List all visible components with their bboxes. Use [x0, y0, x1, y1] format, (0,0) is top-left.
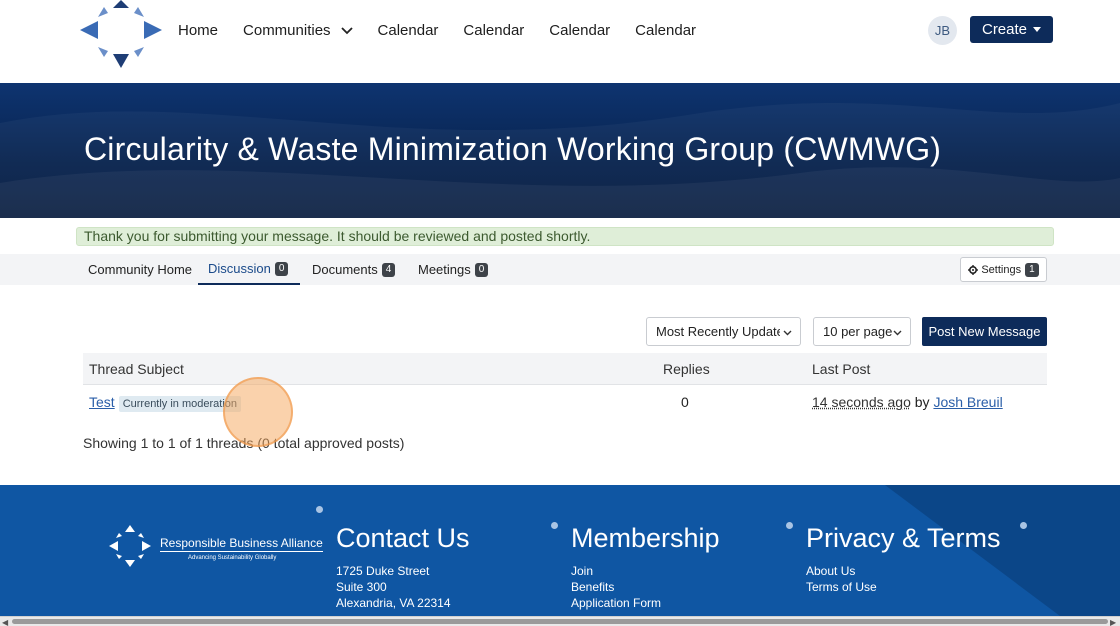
tab-label: Documents [312, 262, 378, 277]
nav-communities[interactable]: Communities [243, 22, 353, 39]
thread-subject-cell: Test Currently in moderation [89, 394, 242, 412]
create-button-label: Create [981, 21, 1028, 38]
nav-calendar-3[interactable]: Calendar [549, 22, 610, 39]
tab-label: Discussion [208, 261, 271, 276]
chevron-down-icon [893, 330, 902, 336]
footer-org-name: Responsible Business Alliance [160, 536, 323, 552]
chevron-down-icon [340, 27, 353, 35]
header-thread-subject: Thread Subject [89, 361, 184, 377]
footer-contact-line: 1725 Duke Street [336, 564, 430, 578]
decor-dot [316, 506, 323, 513]
footer-link-about-us[interactable]: About Us [806, 564, 855, 578]
decor-dot [551, 522, 558, 529]
nav-home[interactable]: Home [178, 22, 218, 39]
count-badge: 0 [474, 262, 489, 277]
footer-privacy-title: Privacy & Terms [806, 523, 1001, 553]
tab-community-home[interactable]: Community Home [88, 254, 192, 285]
replies-cell: 0 [681, 394, 689, 410]
post-new-message-button[interactable]: Post New Message [922, 317, 1047, 346]
scroll-left-icon[interactable]: ◀ [2, 618, 8, 626]
nav-communities-label: Communities [243, 21, 331, 39]
scroll-right-icon[interactable]: ▶ [1110, 618, 1116, 626]
user-avatar[interactable]: JB [928, 16, 957, 45]
scrollbar-thumb[interactable] [12, 619, 1108, 624]
header-last-post: Last Post [812, 361, 871, 377]
footer-link-benefits[interactable]: Benefits [571, 580, 614, 594]
count-badge: 0 [274, 261, 289, 276]
tab-label: Meetings [418, 262, 471, 277]
tab-discussion[interactable]: Discussion 0 [198, 254, 300, 285]
hero-banner: Circularity & Waste Minimization Working… [0, 83, 1120, 218]
decor-dot [1020, 522, 1027, 529]
count-badge: 1 [1025, 262, 1039, 277]
community-tabs: Community Home Discussion 0 Documents 4 … [0, 254, 1120, 285]
nav-calendar-2[interactable]: Calendar [463, 22, 524, 39]
author-link[interactable]: Josh Breuil [933, 394, 1002, 410]
success-alert: Thank you for submitting your message. I… [76, 227, 1054, 246]
sort-select[interactable]: Most Recently Updated [646, 317, 801, 346]
decor-dot [786, 522, 793, 529]
header-replies: Replies [663, 361, 710, 377]
caret-down-icon [1033, 27, 1042, 32]
settings-button[interactable]: Settings 1 [960, 257, 1047, 282]
create-button[interactable]: Create [970, 16, 1053, 43]
top-nav: Home Communities Calendar Calendar Calen… [0, 0, 1120, 83]
horizontal-scrollbar[interactable]: ◀ ▶ [0, 616, 1120, 626]
footer-org-tagline: Advancing Sustainability Globally [188, 555, 277, 561]
footer-contact-line: Alexandria, VA 22314 [336, 596, 451, 610]
footer-contact-line: Suite 300 [336, 580, 387, 594]
tab-documents[interactable]: Documents 4 [312, 254, 396, 285]
footer-contact-title: Contact Us [336, 523, 470, 553]
compass-logo-icon[interactable] [80, 0, 162, 70]
count-badge: 4 [381, 262, 396, 277]
chevron-down-icon [783, 330, 792, 336]
gear-icon [968, 264, 979, 275]
thread-table-header: Thread Subject Replies Last Post [83, 353, 1047, 385]
per-page-select[interactable]: 10 per page [813, 317, 911, 346]
nav-calendar-1[interactable]: Calendar [378, 22, 439, 39]
last-post-cell: 14 seconds ago by Josh Breuil [812, 394, 1003, 410]
by-label: by [914, 394, 930, 410]
thread-link[interactable]: Test [89, 394, 115, 410]
site-footer: Responsible Business Alliance Advancing … [0, 485, 1120, 616]
page-title: Circularity & Waste Minimization Working… [84, 131, 942, 167]
main-nav: Home Communities Calendar Calendar Calen… [178, 20, 721, 40]
settings-label: Settings [981, 263, 1022, 276]
last-post-time: 14 seconds ago [812, 394, 911, 410]
sort-select-value: Most Recently Updated [656, 324, 780, 339]
tab-meetings[interactable]: Meetings 0 [418, 254, 489, 285]
footer-membership-title: Membership [571, 523, 720, 553]
footer-link-terms[interactable]: Terms of Use [806, 580, 877, 594]
nav-calendar-4[interactable]: Calendar [635, 22, 696, 39]
footer-link-join[interactable]: Join [571, 564, 593, 578]
cursor-highlight [223, 377, 293, 447]
tab-label: Community Home [88, 262, 193, 277]
footer-link-application-form[interactable]: Application Form [571, 596, 661, 610]
per-page-select-value: 10 per page [823, 324, 893, 339]
